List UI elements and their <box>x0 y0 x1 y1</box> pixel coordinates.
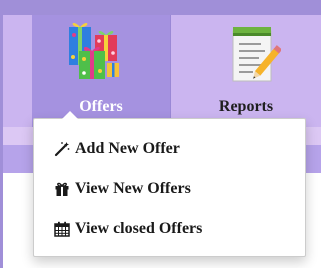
menu-item-label: View closed Offers <box>75 220 203 237</box>
magic-wand-icon <box>54 142 70 157</box>
top-strip <box>0 0 321 15</box>
menu-item-view-closed-offers[interactable]: View closed Offers <box>34 213 305 245</box>
gift-boxes-icon <box>69 22 119 79</box>
gift-icon <box>55 182 69 196</box>
dropdown-caret <box>62 111 78 119</box>
nav-item-offers[interactable]: Offers <box>32 15 171 127</box>
nav-item-reports[interactable]: Reports <box>171 15 321 127</box>
nav-item-label: Offers <box>79 98 123 115</box>
navbar: Offers Reports <box>3 15 321 127</box>
offers-dropdown-menu: Add New Offer View New Offers View close… <box>33 111 306 257</box>
menu-item-view-new-offers[interactable]: View New Offers <box>34 173 305 205</box>
calendar-icon <box>54 221 70 237</box>
report-notepad-icon <box>232 27 281 82</box>
nav-item-label: Reports <box>218 98 274 115</box>
menu-item-label: View New Offers <box>75 180 191 197</box>
menu-item-label: Add New Offer <box>75 140 180 157</box>
menu-item-add-new-offer[interactable]: Add New Offer <box>34 133 305 165</box>
